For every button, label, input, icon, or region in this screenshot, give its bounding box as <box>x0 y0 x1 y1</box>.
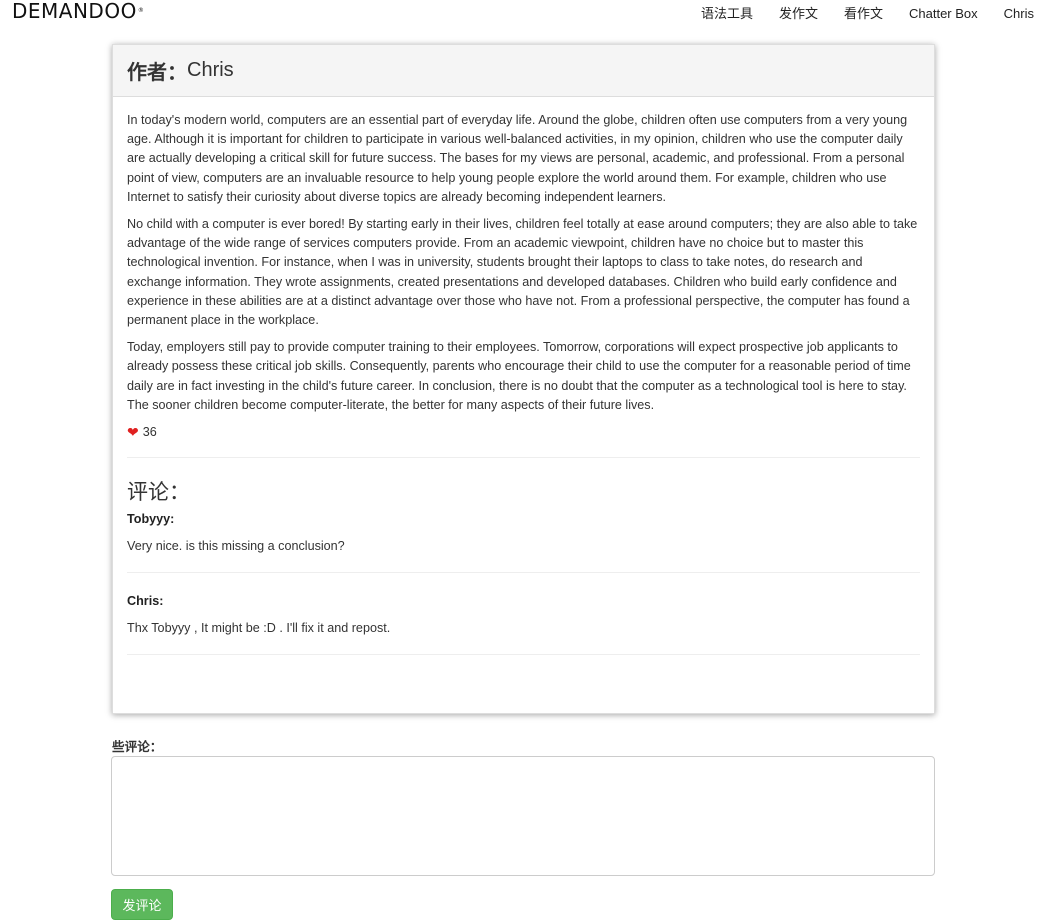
nav-item-post-essay[interactable]: 发作文 <box>766 5 831 23</box>
essay-panel: 作者： Chris In today's modern world, comput… <box>112 44 935 714</box>
nav-item-chatter-box[interactable]: Chatter Box <box>896 5 991 23</box>
author-prefix: 作者： <box>127 60 187 84</box>
divider <box>127 572 920 574</box>
nav-item-user-chris[interactable]: Chris <box>991 5 1049 23</box>
comment-form-label: 些评论： <box>112 740 163 754</box>
comment-text: Thx Tobyyy , It might be :D . I'll fix i… <box>127 621 391 636</box>
comment-author: Chris: <box>127 594 164 609</box>
comment-author: Tobyyy: <box>127 512 175 527</box>
divider <box>127 654 920 656</box>
brand-mark: ® <box>137 7 145 14</box>
nav-item-grammar-tools[interactable]: 语法工具 <box>688 5 766 23</box>
essay-paragraph: Today, employers still pay to provide co… <box>127 340 911 412</box>
essay-paragraph: No child with a computer is ever bored! … <box>127 217 918 328</box>
panel-header: 作者： Chris <box>113 45 934 97</box>
brand-name: DEMANDOO <box>12 0 137 23</box>
panel-body: In today's modern world, computers are a… <box>113 97 934 656</box>
submit-comment-button[interactable]: 发评论 <box>111 889 173 920</box>
author-name: Chris <box>187 59 234 81</box>
like-count: 36 <box>142 425 157 440</box>
comment-item: Tobyyy: Very nice. is this missing a con… <box>127 512 920 553</box>
divider <box>127 457 920 459</box>
essay-paragraph: In today's modern world, computers are a… <box>127 113 908 204</box>
like-counter[interactable]: ❤ 36 <box>127 425 920 439</box>
brand-logo[interactable]: DEMANDOO® <box>12 0 144 22</box>
comment-text: Very nice. is this missing a conclusion? <box>127 539 345 554</box>
comment-item: Chris: Thx Tobyyy , It might be :D . I'l… <box>127 594 920 635</box>
comment-textarea[interactable] <box>111 756 935 876</box>
heart-icon[interactable]: ❤ <box>127 425 139 439</box>
nav-item-view-essays[interactable]: 看作文 <box>831 5 896 23</box>
comments-heading: 评论： <box>127 480 190 505</box>
top-nav: 语法工具 发作文 看作文 Chatter Box Chris <box>688 5 1049 23</box>
